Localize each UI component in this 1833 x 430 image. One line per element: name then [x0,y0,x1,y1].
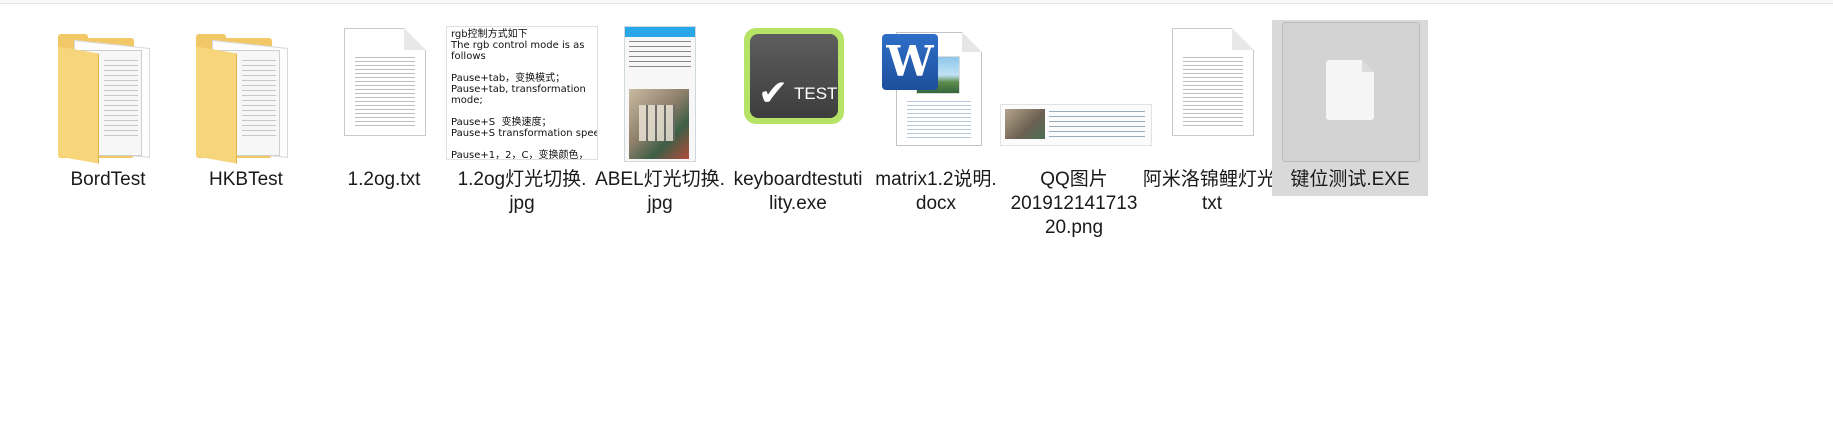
file-keyboardtestutility-exe[interactable]: ✔ TEST keyboardtestuti lity.exe [720,20,876,240]
test-app-icon: ✔ TEST [720,20,876,160]
thumbnail-text-preview: rgb控制方式如下 The rgb control mode is as follo… [446,26,598,160]
file-label: 1.2og.txt [347,169,421,190]
text-document-icon [306,20,462,160]
thumbnail-text-line: follows [451,51,486,62]
image-thumbnail [996,20,1152,160]
file-key-test-exe[interactable]: 键位测试.EXE [1272,20,1428,196]
file-label: QQ图片 201912141713 20.png [1010,169,1138,238]
file-1-2og-txt[interactable]: 1.2og.txt [306,20,462,240]
folder-icon [168,20,324,164]
file-1-2og-light-jpg[interactable]: rgb控制方式如下 The rgb control mode is as follo… [444,20,600,240]
thumbnail-text-line: Pause+tab, transformation [451,84,586,95]
folder-bordtest[interactable]: BordTest [30,20,186,240]
file-label: matrix1.2说明. docx [875,169,997,214]
checkmark-icon: ✔ [758,73,789,114]
file-label: HKBTest [209,169,283,190]
thumbnail-text-line: mode; [451,95,483,106]
thumbnail-text-line: rgb控制方式如下 [451,29,528,40]
file-abel-light-jpg[interactable]: ABEL灯光切换. jpg [582,20,738,240]
file-label: 键位测试.EXE [1290,169,1410,190]
image-thumbnail: rgb控制方式如下 The rgb control mode is as follo… [444,20,600,160]
test-badge-text: TEST [794,84,838,103]
generic-file-icon [1272,20,1428,162]
word-logo-icon: W [882,34,938,90]
file-label: 1.2og灯光切换. jpg [457,169,587,214]
word-document-icon: W [858,20,1014,160]
file-qq-png[interactable]: QQ图片 201912141713 20.png [996,20,1152,240]
window-top-border [0,0,1833,4]
thumbnail-text-line [451,62,593,73]
file-label: ABEL灯光切换. jpg [595,169,725,214]
file-label: keyboardtestuti lity.exe [733,169,863,214]
file-label: BordTest [70,169,146,190]
thumbnail-text-line: Pause+S 变换速度； [451,117,552,128]
thumbnail-text-line: Pause+1，2，C，变换颜色， [451,150,589,160]
thumbnail-text-line: Pause+S transformation speed; [451,128,598,139]
thumbnail-text-line: The rgb control mode is as [451,40,585,51]
image-thumbnail [582,20,738,162]
file-label: 阿米洛锦鲤灯光. txt [1142,169,1282,214]
thumbnail-text-line: Pause+tab，变换模式； [451,73,566,84]
text-document-icon [1134,20,1290,160]
file-matrix-docx[interactable]: W matrix1.2说明. docx [858,20,1014,240]
file-amilo-txt[interactable]: 阿米洛锦鲤灯光. txt [1134,20,1290,240]
folder-hkbtest[interactable]: HKBTest [168,20,324,240]
thumbnail-text-line [451,106,593,117]
thumbnail-text-line [451,139,593,150]
folder-icon [30,20,186,164]
